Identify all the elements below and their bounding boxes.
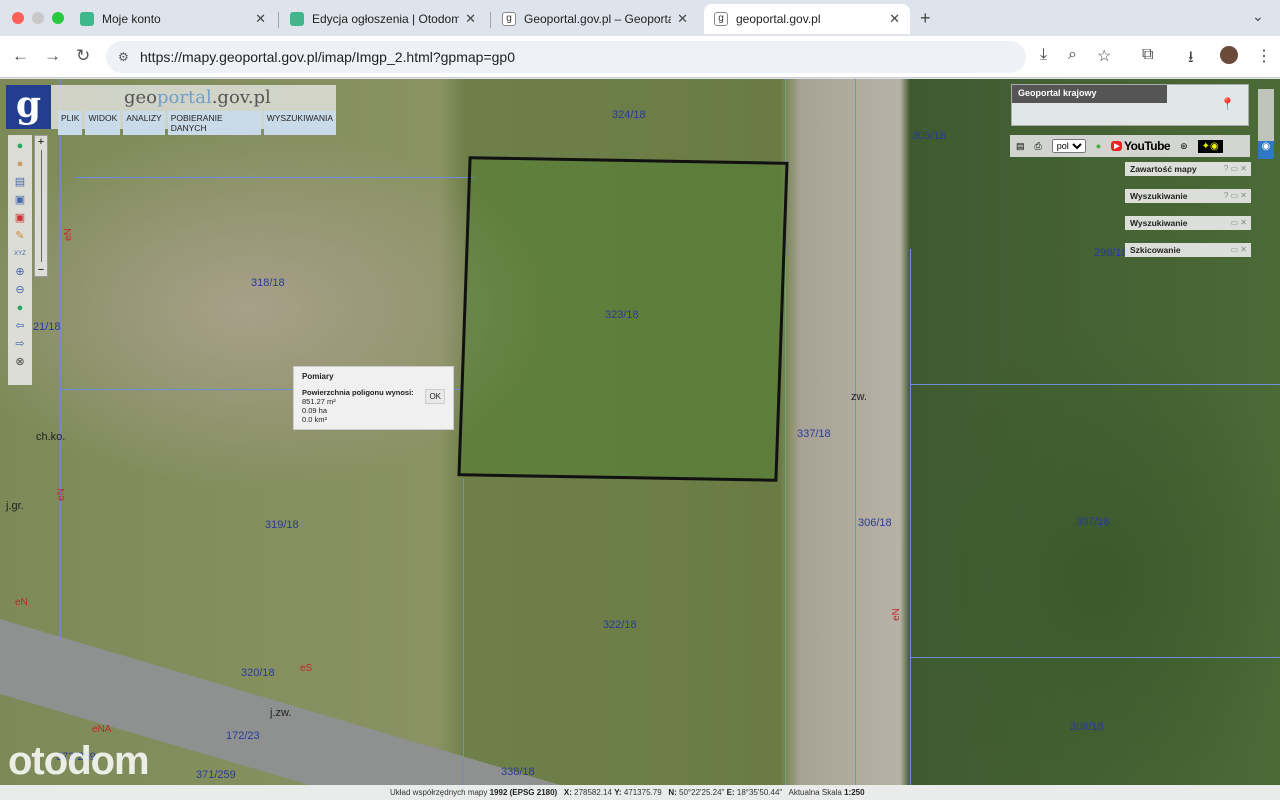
avatar[interactable] (1220, 46, 1238, 64)
parcel-label: 318/18 (251, 277, 285, 289)
tab-list-chevron-icon[interactable]: ⌄ (1252, 8, 1264, 25)
map-controls-bar: ▤ ⎙ pol ● ▶ YouTube ⊛ ✦◉ (1010, 135, 1250, 157)
parcel-label: 319/18 (265, 519, 299, 531)
status-bar: Układ współrzędnych mapy 1992 (EPSG 2180… (0, 785, 1280, 800)
window-controls[interactable] (12, 12, 64, 24)
map-tools: ● ● ▤ ▣ ▣ ✎ XYZ ⊕ ⊖ ● ⇦ ⇨ ⊗ (8, 135, 32, 385)
tab-bar: Moje konto ✕ Edycja ogłoszenia | Otodom.p… (0, 0, 1280, 36)
install-icon[interactable]: ⤓ (1040, 46, 1047, 64)
tab-moje-konto[interactable]: Moje konto ✕ (70, 4, 276, 34)
parcel-label: 21/18 (33, 321, 61, 333)
parcel-label: 306/18 (858, 517, 892, 529)
forward-icon[interactable]: → (44, 46, 61, 66)
list-icon[interactable]: ▤ (1016, 141, 1025, 152)
otodom-watermark: otodom (8, 739, 150, 783)
menu-icon[interactable]: ⋮ (1256, 46, 1272, 66)
menu-analizy[interactable]: ANALIZY (123, 111, 165, 135)
panel-wyszukiwanie-2[interactable]: Wyszukiwanie ▭ ✕ (1125, 216, 1251, 230)
close-icon[interactable]: ✕ (677, 11, 688, 27)
forward-extent-icon[interactable]: ⇨ (13, 337, 27, 351)
parcel-label: 305/18 (912, 130, 946, 142)
zoom-in-icon[interactable]: ⊕ (13, 265, 27, 279)
geoportal-logo[interactable]: g (6, 85, 51, 129)
parcel-label: 338/18 (501, 766, 535, 778)
parcel-label: 323/18 (605, 309, 639, 321)
close-icon[interactable]: ✕ (465, 11, 476, 27)
site-settings-icon[interactable]: ⚙ (118, 50, 129, 64)
menu-pobieranie-danych[interactable]: POBIERANIE DANYCH (167, 111, 261, 135)
main-menu: PLIK WIDOK ANALIZY POBIERANIE DANYCH WYS… (58, 111, 336, 135)
print-icon[interactable]: ⎙ (1035, 141, 1042, 152)
view-switcher[interactable]: ◉ (1258, 89, 1274, 159)
legend-icon[interactable]: ▤ (13, 175, 27, 189)
parcel-label: 371/259 (196, 769, 236, 781)
clear-icon[interactable]: ⊗ (13, 355, 27, 369)
parcel-label: 322/18 (603, 619, 637, 631)
tab-edycja[interactable]: Edycja ogłoszenia | Otodom.p ✕ (280, 4, 486, 34)
menu-wyszukiwania[interactable]: WYSZUKIWANIA (263, 111, 336, 135)
zoom-slider[interactable]: + − (34, 135, 48, 277)
xyz-icon[interactable]: XYZ (13, 247, 27, 261)
zoom-plus-icon[interactable]: + (35, 136, 47, 148)
help-icon[interactable]: ● (1096, 141, 1101, 151)
brand-title: geoportal.gov.pl (124, 87, 271, 108)
measurement-popup: Pomiary Powierzchnia poligonu wynosi: 85… (293, 366, 454, 430)
panel-zawartosc-mapy[interactable]: Zawartość mapy? ▭ ✕ (1125, 162, 1251, 176)
select-icon[interactable]: ▣ (13, 193, 27, 207)
parcel-label: 337/18 (797, 428, 831, 440)
panel-wyszukiwanie[interactable]: Wyszukiwanie? ▭ ✕ (1125, 189, 1251, 203)
parcel-label: 324/18 (612, 109, 646, 121)
zoom-icon[interactable]: ⌕ (1068, 46, 1077, 64)
language-select[interactable]: pol (1051, 139, 1086, 153)
geoportal-header: g geoportal.gov.pl PLIK WIDOK ANALIZY PO… (6, 85, 336, 135)
menu-widok[interactable]: WIDOK (85, 111, 121, 135)
tab-geoportal-active[interactable]: g geoportal.gov.pl ✕ (704, 4, 910, 34)
overview-minimap[interactable]: Geoportal krajowy 📍 (1011, 84, 1249, 126)
youtube-link[interactable]: ▶ YouTube (1111, 139, 1171, 153)
parcel-label: 172/23 (226, 730, 260, 742)
info-icon[interactable]: ● (13, 139, 27, 153)
location-marker-icon: 📍 (1220, 97, 1235, 111)
measure-icon[interactable]: ▣ (13, 211, 27, 225)
parcel-label: 308/18 (1070, 721, 1104, 733)
parcel-label: 307/18 (1076, 516, 1110, 528)
close-icon[interactable]: ✕ (889, 11, 900, 27)
zoom-minus-icon[interactable]: − (35, 264, 47, 276)
browser-toolbar: ← → ↻ ⚙ https://mapy.geoportal.gov.pl/ima… (0, 36, 1280, 78)
contrast-toggle-icon[interactable]: ✦◉ (1197, 139, 1223, 153)
address-bar[interactable]: ⚙ https://mapy.geoportal.gov.pl/imap/Imgp… (106, 41, 1026, 73)
zoom-out-icon[interactable]: ⊖ (13, 283, 27, 297)
reload-icon[interactable]: ↻ (76, 46, 90, 66)
ok-button[interactable]: OK (425, 389, 445, 404)
menu-plik[interactable]: PLIK (58, 111, 83, 135)
panel-szkicowanie[interactable]: Szkicowanie ▭ ✕ (1125, 243, 1251, 257)
globe-icon[interactable]: ● (13, 301, 27, 315)
accessibility-icon[interactable]: ⊛ (1180, 141, 1188, 152)
geoportal-favicon-icon: g (714, 12, 728, 26)
parcel-label: 320/18 (241, 667, 275, 679)
parcel-label: 298/18 (1094, 247, 1128, 259)
draw-icon[interactable]: ✎ (13, 229, 27, 243)
download-icon[interactable]: ⭳ (1188, 46, 1194, 73)
back-extent-icon[interactable]: ⇦ (13, 319, 27, 333)
close-icon[interactable]: ✕ (255, 11, 266, 27)
eye-icon[interactable]: ◉ (1258, 141, 1274, 159)
extensions-icon[interactable]: ⧉ (1142, 46, 1153, 64)
bookmark-star-icon[interactable]: ☆ (1097, 46, 1111, 66)
new-tab-button[interactable]: + (920, 8, 931, 29)
pan-icon[interactable]: ● (13, 157, 27, 171)
geoportal-favicon-icon: g (502, 12, 516, 26)
back-icon[interactable]: ← (12, 46, 29, 66)
otodom-favicon-icon (80, 12, 94, 26)
map-canvas[interactable]: 324/18 305/18 318/18 323/18 21/18 337/18… (0, 79, 1280, 785)
otodom-favicon-icon (290, 12, 304, 26)
tab-geoportal[interactable]: g Geoportal.gov.pl – Geoportal ✕ (492, 4, 698, 34)
